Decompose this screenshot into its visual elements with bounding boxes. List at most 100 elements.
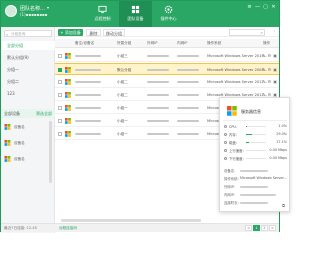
settings-icon[interactable]: ⚙ bbox=[268, 67, 272, 72]
windows-icon bbox=[4, 124, 11, 130]
row-checkbox[interactable] bbox=[58, 106, 62, 110]
private-ip-redacted bbox=[177, 81, 199, 83]
table-row[interactable]: 小组二 Microsoft Windows Server 2012... ✎ ⚙ ▣ bbox=[55, 76, 279, 88]
edit-icon[interactable]: ✎ bbox=[262, 79, 265, 84]
windows-icon bbox=[65, 92, 71, 98]
server-info-popup: 服务器信息 CPU： 1.0% 内存： 29.0% 磁盘： 17.1% 上行速度： 0.00 … bbox=[219, 97, 290, 212]
devices-icon bbox=[131, 5, 140, 14]
row-checkbox[interactable] bbox=[58, 119, 62, 123]
private-ip-redacted bbox=[177, 69, 199, 71]
server-info-line: 内网IP： bbox=[224, 192, 288, 198]
group-search-input[interactable]: ⌕ 分组查询 bbox=[4, 30, 52, 37]
row-checkbox[interactable] bbox=[58, 93, 62, 97]
gear-icon bbox=[164, 5, 173, 14]
delete-icon[interactable]: ▣ bbox=[273, 67, 277, 72]
user-name[interactable]: 团队名称… bbox=[20, 5, 45, 12]
horizontal-scrollbar[interactable] bbox=[61, 219, 201, 222]
column-header[interactable]: 备注/设备名 bbox=[75, 41, 94, 46]
chevron-down-icon[interactable]: ▾ bbox=[47, 5, 49, 10]
info-value-redacted bbox=[240, 202, 268, 204]
delete-icon[interactable]: ▣ bbox=[273, 79, 277, 84]
minimize-icon[interactable]: — bbox=[255, 4, 260, 10]
stat-label: 下行速度： bbox=[229, 157, 246, 161]
stat-value: 29.0% bbox=[276, 132, 287, 136]
status-link[interactable]: 远程连接码 bbox=[59, 226, 77, 231]
device-name-redacted bbox=[75, 55, 101, 57]
table-row[interactable]: 默认分组 Microsoft Windows Server 2008... ✎ ⚙ ▣ bbox=[55, 63, 279, 75]
move-group-button[interactable]: 移动分组 bbox=[103, 29, 125, 36]
column-header[interactable]: 所属分组 bbox=[117, 41, 131, 46]
table-row[interactable]: 小组三 Microsoft Windows Server 2016... ✎ ⚙ ▣ bbox=[55, 50, 279, 62]
row-checkbox[interactable] bbox=[58, 132, 62, 136]
more-icon[interactable]: ⋮ bbox=[272, 29, 276, 34]
divider bbox=[223, 120, 287, 121]
settings-icon[interactable]: ⚙ bbox=[268, 53, 272, 58]
device-name-redacted bbox=[75, 107, 101, 109]
nav-remote-control[interactable]: 远程控制 bbox=[86, 1, 119, 27]
nav-label: 远程控制 bbox=[94, 16, 111, 21]
nav-plugin-center[interactable]: 插件中心 bbox=[152, 1, 185, 27]
row-checkbox[interactable] bbox=[58, 68, 62, 72]
row-group: 小组一 bbox=[117, 106, 128, 110]
device-name-redacted bbox=[75, 69, 101, 71]
row-checkbox[interactable] bbox=[58, 80, 62, 84]
device-filter-action[interactable]: 筛选全部 bbox=[36, 111, 52, 117]
table-header: 备注/设备名 所属分组 外网IP 内网IP 操作系统 操作 bbox=[55, 39, 279, 48]
page-prev-button[interactable]: < bbox=[245, 225, 252, 231]
row-group: 小组一 bbox=[117, 132, 128, 136]
user-avatar[interactable] bbox=[5, 5, 17, 17]
column-header[interactable]: 内网IP bbox=[177, 41, 187, 46]
sidebar-device-filter[interactable]: 全部设备 筛选全部 bbox=[1, 109, 55, 118]
stat-label: CPU： bbox=[229, 125, 240, 129]
settings-icon[interactable]: ⚙ bbox=[268, 79, 272, 84]
sidebar-device[interactable]: 设备名 bbox=[4, 139, 52, 148]
device-search-input[interactable]: ⌕ bbox=[229, 29, 265, 36]
nav-label: 插件中心 bbox=[160, 16, 177, 21]
sidebar-scrollbar[interactable] bbox=[49, 121, 52, 183]
sidebar-item-group-1[interactable]: 分组一 bbox=[1, 65, 55, 74]
row-group: 小组二 bbox=[117, 80, 128, 84]
stat-icon bbox=[224, 133, 227, 136]
device-name-redacted bbox=[75, 81, 101, 83]
server-info-line: 外网IP： bbox=[224, 184, 288, 190]
sidebar-item-123[interactable]: 123 bbox=[1, 89, 55, 98]
private-ip-redacted bbox=[177, 94, 199, 96]
row-os: Microsoft Windows Server 2008... bbox=[207, 68, 268, 72]
stat-label: 上行速度： bbox=[229, 149, 246, 153]
close-icon[interactable]: ✕ bbox=[271, 4, 276, 10]
menu-icon[interactable]: ≡ bbox=[247, 4, 252, 10]
row-checkbox[interactable] bbox=[58, 54, 62, 58]
sidebar-item-default[interactable]: 默认分组(9) bbox=[1, 53, 55, 62]
windows-icon bbox=[65, 79, 71, 85]
page-next-button[interactable]: > bbox=[269, 225, 276, 231]
main-panel: + 添加设备 删除 移动分组 ⌕ ⋮ 备注/设备名 所属分组 外网IP 内网IP… bbox=[55, 27, 290, 233]
delete-icon[interactable]: ▣ bbox=[273, 53, 277, 58]
add-device-button[interactable]: + 添加设备 bbox=[58, 29, 83, 36]
nav-team-devices[interactable]: 团队设备 bbox=[119, 1, 152, 27]
server-info-line: 连接时长： bbox=[224, 200, 288, 206]
server-stat: CPU： 1.0% bbox=[224, 124, 287, 130]
private-ip-redacted bbox=[177, 55, 199, 57]
column-header[interactable]: 外网IP bbox=[147, 41, 157, 46]
info-value: Microsoft Windows Server... bbox=[240, 176, 287, 180]
device-name: 设备名 bbox=[14, 157, 25, 161]
sidebar-device[interactable]: 设备名 bbox=[4, 123, 52, 132]
column-header[interactable]: 操作系统 bbox=[207, 41, 221, 46]
private-ip-redacted bbox=[177, 120, 199, 122]
delete-button[interactable]: 删除 bbox=[86, 29, 101, 36]
column-header[interactable]: 操作 bbox=[263, 41, 270, 46]
edit-icon[interactable]: ✎ bbox=[262, 67, 265, 72]
page-button[interactable]: 2 bbox=[261, 225, 268, 231]
sidebar-item-all[interactable]: 全部分组 bbox=[1, 41, 55, 50]
search-icon: ⌕ bbox=[260, 30, 263, 35]
copy-icon[interactable]: ⧉ bbox=[282, 203, 285, 208]
page-button[interactable]: 1 bbox=[253, 225, 260, 231]
public-ip-redacted bbox=[147, 133, 169, 135]
search-icon: ⌕ bbox=[6, 32, 9, 37]
sidebar-item-group-2[interactable]: 分组二 bbox=[1, 77, 55, 86]
toolbar: + 添加设备 删除 移动分组 ⌕ ⋮ bbox=[55, 27, 279, 37]
sidebar-device[interactable]: 设备名 bbox=[4, 155, 52, 164]
maximize-icon[interactable]: ▢ bbox=[263, 4, 268, 10]
edit-icon[interactable]: ✎ bbox=[262, 53, 265, 58]
stat-label: 磁盘： bbox=[229, 141, 240, 145]
